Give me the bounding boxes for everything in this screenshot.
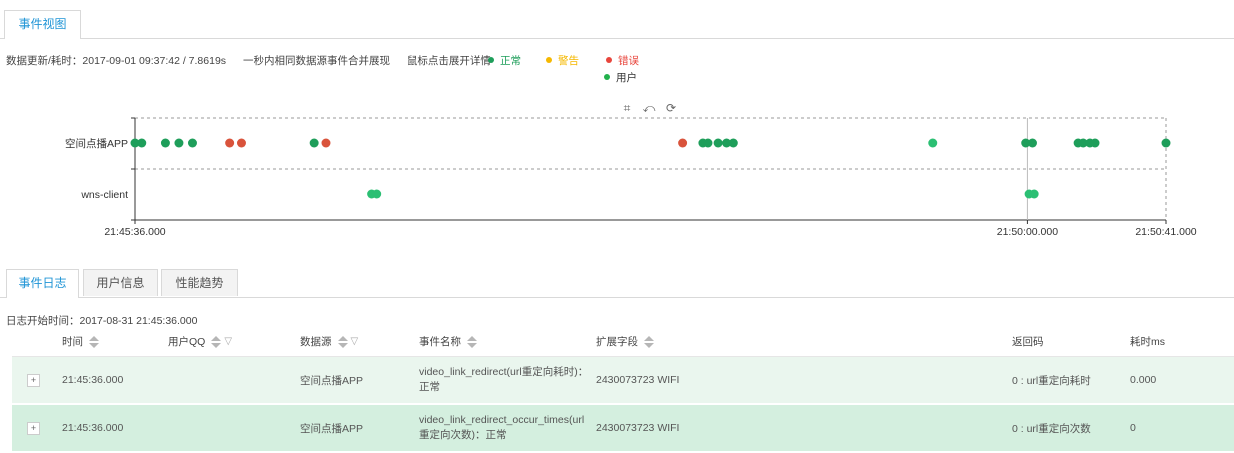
- tab-user-info[interactable]: 用户信息: [83, 269, 158, 296]
- cell-source: 空间点播APP: [300, 404, 419, 453]
- sort-icon[interactable]: [89, 335, 99, 348]
- legend-dot: [606, 57, 612, 63]
- sort-icon[interactable]: [211, 335, 222, 348]
- col-header-ext[interactable]: 扩展字段: [596, 326, 1012, 357]
- cell-qq: [168, 356, 300, 405]
- row-label: wns-client: [80, 189, 128, 201]
- legend-item-normal[interactable]: 正常: [488, 53, 521, 68]
- filter-icon[interactable]: ▽: [351, 336, 359, 347]
- event-point[interactable]: [713, 138, 723, 148]
- event-point[interactable]: [225, 138, 235, 148]
- col-header-event[interactable]: 事件名称: [419, 326, 596, 357]
- legend-dot: [546, 57, 552, 63]
- event-point[interactable]: [1090, 138, 1100, 148]
- legend-item-warning[interactable]: 警告: [546, 53, 579, 68]
- event-point[interactable]: [372, 189, 382, 199]
- table-header-row: 时间 用户QQ ▽ 数据源 ▽ 事件名称 扩展字段 返回码 耗时ms: [12, 326, 1234, 357]
- tab-performance-trend[interactable]: 性能趋势: [161, 269, 238, 296]
- tab-event-view[interactable]: 事件视图: [4, 10, 81, 39]
- col-header-source[interactable]: 数据源 ▽: [300, 326, 419, 357]
- cell-time: 21:45:36.000: [62, 356, 168, 405]
- event-point[interactable]: [928, 138, 938, 148]
- cell-code: 0 : url重定向耗时: [1012, 356, 1130, 405]
- tab-event-log[interactable]: 事件日志: [6, 269, 79, 298]
- event-point[interactable]: [236, 138, 246, 148]
- table-row[interactable]: + 21:45:36.000 空间点播APP video_link_redire…: [12, 404, 1234, 453]
- event-point[interactable]: [321, 138, 331, 148]
- cell-time: 21:45:36.000: [62, 404, 168, 453]
- event-point[interactable]: [137, 138, 147, 148]
- update-time-label: 数据更新/耗时：2017-09-01 09:37:42 / 7.8619s: [6, 55, 227, 67]
- x-tick-label: 21:50:41.000: [1135, 226, 1196, 238]
- expand-row-button[interactable]: +: [27, 373, 40, 387]
- row-label: 空间点播APP: [65, 137, 128, 150]
- event-point[interactable]: [174, 138, 184, 148]
- cell-ext: 2430073723 WIFI: [596, 356, 1012, 405]
- col-header-qq[interactable]: 用户QQ ▽: [168, 326, 300, 357]
- filter-icon[interactable]: ▽: [224, 336, 232, 347]
- bottom-tab-bar: 事件日志 用户信息 性能趋势: [0, 269, 1234, 298]
- event-point[interactable]: [703, 138, 713, 148]
- sort-icon[interactable]: [644, 335, 654, 348]
- col-header-code: 返回码: [1012, 326, 1130, 357]
- legend-item-error[interactable]: 错误: [606, 53, 639, 68]
- event-point[interactable]: [187, 138, 197, 148]
- col-header-time[interactable]: 时间: [62, 326, 168, 357]
- x-tick-label: 21:45:36.000: [104, 226, 165, 238]
- cell-event: video_link_redirect(url重定向耗时)：正常: [419, 366, 589, 393]
- legend-dot: [604, 74, 610, 80]
- col-header-cost: 耗时ms: [1130, 326, 1234, 357]
- expand-col-header: [12, 326, 62, 357]
- cell-source: 空间点播APP: [300, 356, 419, 405]
- event-log-table: 时间 用户QQ ▽ 数据源 ▽ 事件名称 扩展字段 返回码 耗时ms + 21:45…: [12, 326, 1234, 453]
- event-point[interactable]: [728, 138, 738, 148]
- event-point[interactable]: [160, 138, 170, 148]
- cell-code: 0 : url重定向次数: [1012, 404, 1130, 453]
- top-tab-bar: 事件视图: [0, 10, 1234, 39]
- event-point[interactable]: [1029, 189, 1039, 199]
- cell-cost: 0: [1130, 404, 1234, 453]
- event-point[interactable]: [309, 138, 319, 148]
- cell-qq: [168, 404, 300, 453]
- cell-cost: 0.000: [1130, 356, 1234, 405]
- event-point[interactable]: [1027, 138, 1037, 148]
- sort-icon[interactable]: [337, 335, 348, 348]
- event-point[interactable]: [678, 138, 688, 148]
- info-bar: 数据更新/耗时：2017-09-01 09:37:42 / 7.8619s 一秒…: [6, 53, 505, 68]
- sort-icon[interactable]: [467, 335, 477, 348]
- expand-row-button[interactable]: +: [27, 421, 40, 435]
- legend-dot: [488, 57, 494, 63]
- cell-event: video_link_redirect_occur_times(url重定向次数…: [419, 414, 585, 441]
- x-tick-label: 21:50:00.000: [997, 226, 1058, 238]
- event-point[interactable]: [1161, 138, 1171, 148]
- table-row[interactable]: + 21:45:36.000 空间点播APP video_link_redire…: [12, 356, 1234, 405]
- cell-ext: 2430073723 WIFI: [596, 404, 1012, 453]
- click-hint: 鼠标点击展开详情: [406, 55, 491, 67]
- legend-item-user[interactable]: 用户: [604, 70, 637, 85]
- event-timeline-chart: 空间点播APP wns-client 21:45:36.000 21:50:00…: [65, 117, 1197, 238]
- merge-note: 一秒内相同数据源事件合并展现: [242, 55, 390, 67]
